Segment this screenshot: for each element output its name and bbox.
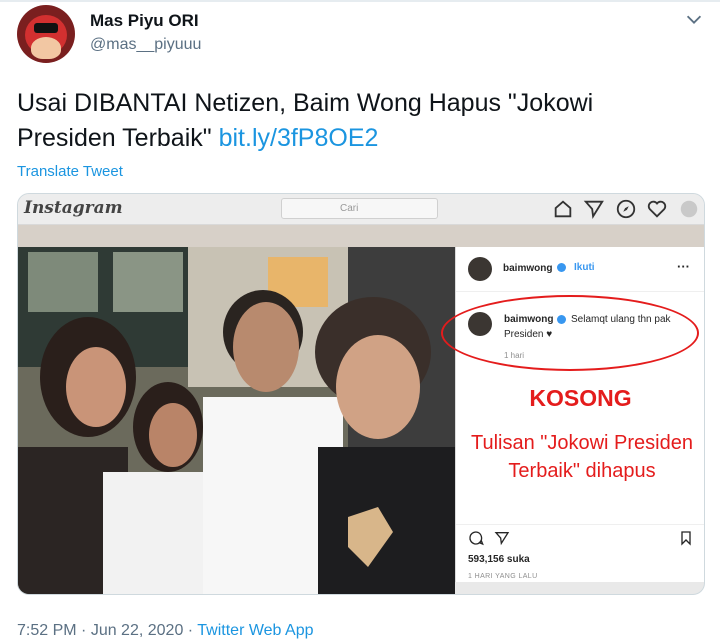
share-icon	[494, 532, 510, 546]
tweet-source-link[interactable]: Twitter Web App	[197, 622, 313, 639]
author-handle[interactable]: @mas__piyuuu	[90, 36, 201, 54]
heart-icon	[647, 200, 667, 218]
metadata-separator: ·	[76, 622, 91, 639]
tweet-time[interactable]: 7:52 PM	[17, 622, 77, 639]
like-count: 593,156 suka	[468, 554, 530, 565]
metadata-separator: ·	[183, 622, 198, 639]
tweet-date[interactable]: Jun 22, 2020	[91, 622, 184, 639]
background-thumbnails	[18, 225, 704, 247]
bookmark-icon	[681, 531, 691, 546]
comment-icon	[469, 531, 484, 546]
post-avatar	[468, 257, 492, 281]
annotation-note: Tulisan "Jokowi Presiden Terbaik" dihapu…	[470, 432, 693, 482]
tweet-metadata: 7:52 PM · Jun 22, 2020 · Twitter Web App	[17, 622, 313, 640]
home-icon	[554, 200, 572, 218]
post-photo	[18, 247, 455, 594]
annotation-headline: KOSONG	[529, 385, 632, 411]
direct-icon	[583, 200, 604, 220]
highlight-circle	[441, 295, 699, 371]
chevron-down-icon[interactable]	[683, 8, 705, 30]
translate-tweet-link[interactable]: Translate Tweet	[17, 163, 123, 180]
tweet-media-image[interactable]: Instagram Cari baimwong Ikuti ··· baimwo…	[17, 193, 705, 595]
author-display-name[interactable]: Mas Piyu ORI	[90, 11, 199, 31]
follow-button: Ikuti	[574, 262, 595, 273]
instagram-header: Instagram Cari	[18, 194, 704, 225]
actions-divider	[456, 524, 704, 525]
instagram-post-panel: baimwong Ikuti ··· baimwong Selamqt ulan…	[441, 247, 704, 582]
avatar[interactable]	[17, 5, 75, 63]
more-options-icon: ···	[677, 259, 690, 274]
post-date: 1 HARI YANG LALU	[468, 573, 538, 580]
profile-icon	[680, 200, 698, 218]
top-divider	[0, 0, 720, 2]
instagram-logo: Instagram	[24, 198, 123, 218]
explore-icon	[616, 199, 636, 219]
instagram-search-box: Cari	[281, 198, 438, 219]
tweet-text: Usai DIBANTAI Netizen, Baim Wong Hapus "…	[17, 86, 697, 156]
post-header: baimwong Ikuti ···	[456, 247, 704, 292]
post-username: baimwong	[503, 263, 553, 274]
verified-badge-icon	[557, 263, 566, 272]
tweet-link[interactable]: bit.ly/3fP8OE2	[219, 124, 379, 152]
